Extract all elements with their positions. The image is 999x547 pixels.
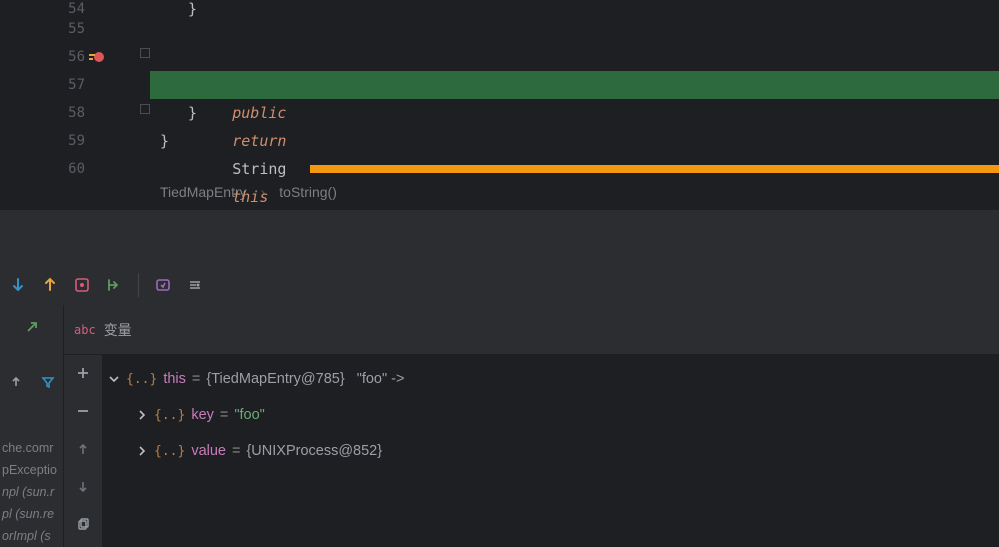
fold-handle[interactable]	[140, 48, 150, 58]
variable-key[interactable]: {..} key = "foo"	[102, 397, 999, 433]
object-icon: {..}	[154, 408, 185, 423]
line-number: 57	[45, 71, 85, 99]
breakpoint-icon[interactable]	[88, 43, 106, 71]
line-number: 60	[45, 155, 85, 183]
filter-icon[interactable]	[41, 375, 55, 393]
editor-gutter: 54 55 56 57 58 59 60	[0, 0, 150, 175]
debug-variables-panel: che.comr pExceptio npl (sun.r pl (sun.re…	[0, 305, 999, 547]
line-number: 59	[45, 127, 85, 155]
chevron-right-icon[interactable]	[136, 445, 148, 457]
code-lines[interactable]: } public String toString () { return thi…	[150, 0, 999, 175]
line-number: 55	[45, 15, 85, 43]
chevron-down-icon[interactable]	[108, 373, 120, 385]
previous-frame-button[interactable]	[9, 375, 23, 393]
toolbar-separator	[138, 273, 139, 297]
settings-button[interactable]	[181, 271, 209, 299]
code-line-57-execution: return this . getKey () + "=" + this . g…	[150, 71, 999, 99]
add-watch-button[interactable]	[71, 361, 95, 385]
breadcrumb-method[interactable]: toString()	[279, 184, 337, 200]
object-icon: {..}	[126, 372, 157, 387]
variable-value[interactable]: {..} value = {UNIXProcess@852}	[102, 433, 999, 469]
code-line-56: public String toString () {	[150, 43, 999, 71]
run-to-cursor-button[interactable]	[100, 271, 128, 299]
horizontal-scrollbar[interactable]	[310, 165, 999, 173]
expand-icon[interactable]	[24, 319, 40, 339]
variables-title: 变量	[104, 320, 132, 340]
variables-toolbar	[64, 355, 102, 547]
frame-entry[interactable]: orImpl (s	[0, 525, 64, 547]
panel-resizer[interactable]	[0, 210, 999, 265]
frame-entry[interactable]: pExceptio	[0, 459, 64, 481]
chevron-right-icon[interactable]	[136, 409, 148, 421]
variables-type-icon: abc	[74, 323, 96, 337]
move-down-button[interactable]	[71, 475, 95, 499]
object-icon: {..}	[154, 444, 185, 459]
editor-breadcrumb[interactable]: TiedMapEntry › toString()	[0, 175, 999, 209]
trace-button[interactable]	[149, 271, 177, 299]
remove-watch-button[interactable]	[71, 399, 95, 423]
variables-header: abc 变量	[64, 305, 999, 355]
fold-handle[interactable]	[140, 104, 150, 114]
line-number: 56	[45, 43, 85, 71]
frame-entry[interactable]: che.comr	[0, 437, 64, 459]
code-editor: 54 55 56 57 58 59 60 } public String	[0, 0, 999, 210]
frame-entry[interactable]: npl (sun.r	[0, 481, 64, 503]
move-up-button[interactable]	[71, 437, 95, 461]
step-over-button[interactable]	[4, 271, 32, 299]
step-out-button[interactable]	[36, 271, 64, 299]
evaluate-expression-button[interactable]	[68, 271, 96, 299]
frames-sidebar[interactable]: che.comr pExceptio npl (sun.r pl (sun.re…	[0, 305, 64, 547]
debug-toolbar	[0, 265, 999, 305]
frame-entry[interactable]: pl (sun.re	[0, 503, 64, 525]
copy-button[interactable]	[71, 513, 95, 537]
variable-this[interactable]: {..} this = {TiedMapEntry@785} "foo" ->	[102, 361, 999, 397]
line-number: 58	[45, 99, 85, 127]
variables-tree[interactable]: {..} this = {TiedMapEntry@785} "foo" -> …	[102, 355, 999, 547]
